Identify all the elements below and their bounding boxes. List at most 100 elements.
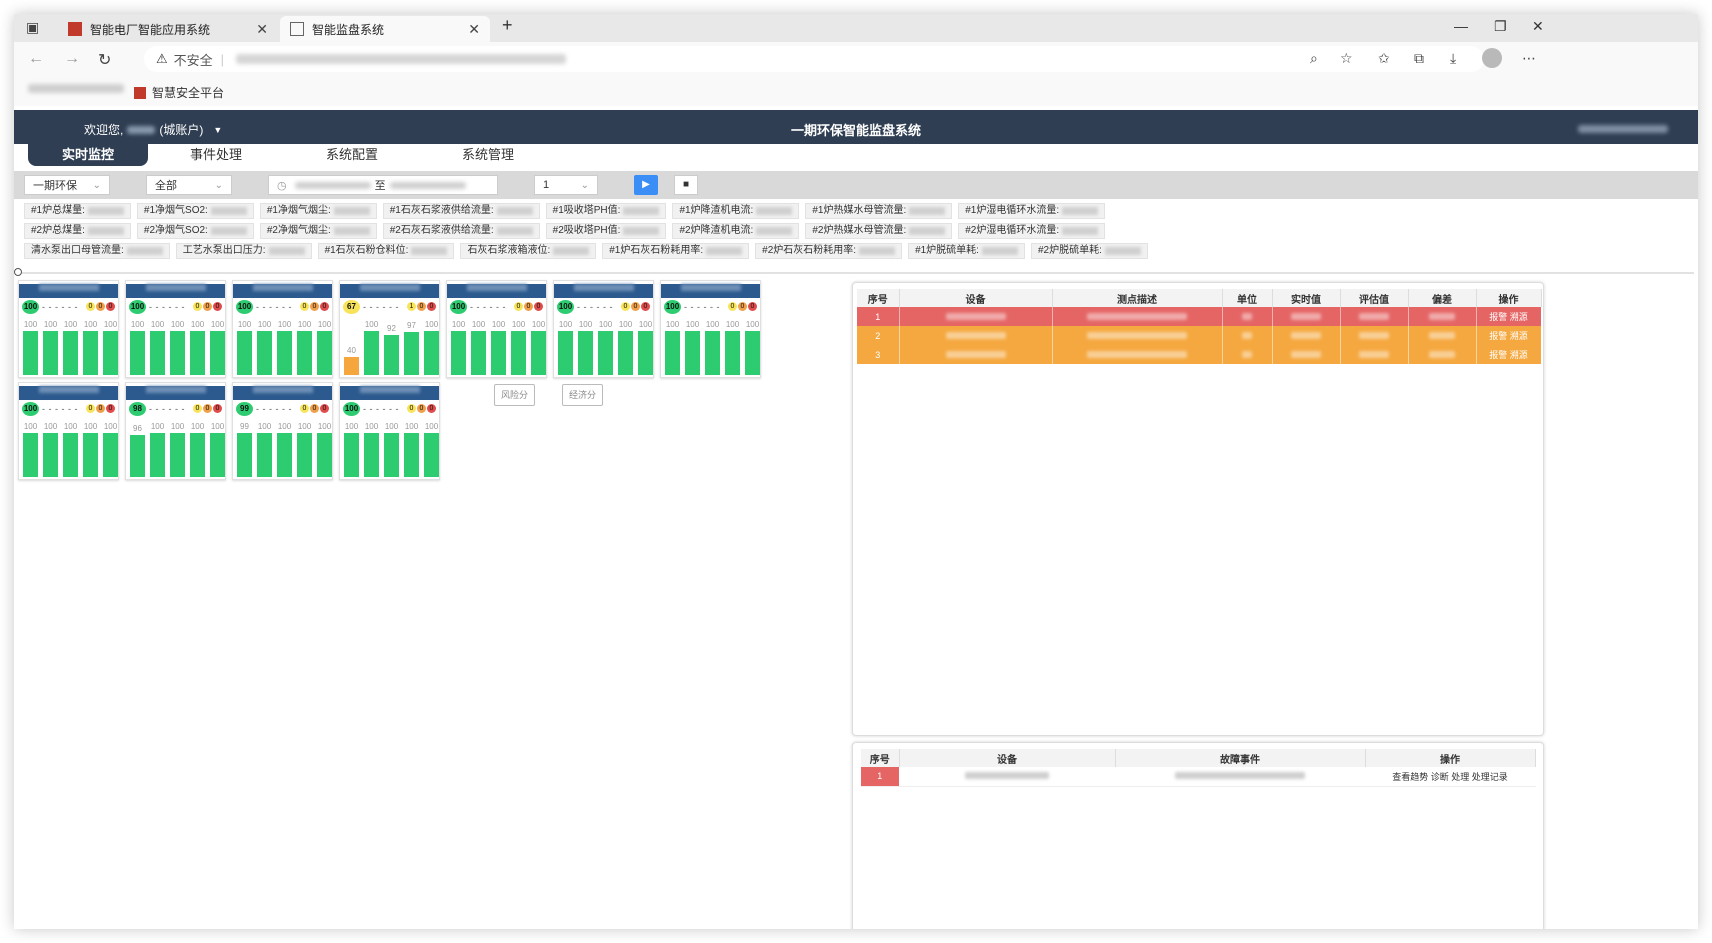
- collections-icon[interactable]: ⧉: [1414, 50, 1424, 67]
- column-header[interactable]: 操作: [1365, 749, 1536, 767]
- row-actions[interactable]: 报警 溯源: [1476, 326, 1542, 345]
- favorite-item-blurred[interactable]: [28, 84, 124, 93]
- fault-row[interactable]: 1 查看趋势 诊断 处理 处理记录: [861, 767, 1536, 787]
- card-title-blurred: [340, 386, 439, 400]
- card-summary: 98 - - - - - - 0 0 0: [126, 400, 225, 417]
- cell-blurred: [1272, 326, 1341, 345]
- menu-realtime[interactable]: 实时监控: [28, 144, 148, 166]
- metric-value-blurred: [981, 247, 1018, 255]
- column-header[interactable]: 序号: [861, 749, 900, 767]
- profile-avatar[interactable]: [1482, 48, 1502, 68]
- score-bars: 96 100 100 100 100: [128, 417, 225, 479]
- tab-smart-plant[interactable]: 智能电厂智能应用系统 ✕: [58, 16, 278, 42]
- column-header[interactable]: 评估值: [1340, 289, 1409, 307]
- column-header[interactable]: 设备: [899, 289, 1053, 307]
- chevron-down-icon: ⌄: [214, 179, 223, 191]
- downloads-icon[interactable]: ⤓: [1450, 50, 1456, 67]
- score-bar: [705, 331, 720, 375]
- more-menu-icon[interactable]: ⋯: [1522, 50, 1536, 67]
- row-actions[interactable]: 报警 溯源: [1476, 345, 1542, 364]
- bar-value-label: 100: [297, 320, 312, 329]
- speed-select[interactable]: 1 ⌄: [534, 175, 598, 195]
- total-score-badge: 100: [129, 299, 146, 314]
- unit-card[interactable]: 100 - - - - - - 0 0 0 100 100 100 100 100: [553, 280, 654, 378]
- favorite-item-safety-platform[interactable]: 智慧安全平台: [134, 84, 224, 101]
- total-score-badge: 100: [22, 401, 39, 416]
- score-bar: [150, 331, 165, 375]
- restore-button[interactable]: ❐: [1494, 18, 1507, 35]
- column-header[interactable]: 故障事件: [1115, 749, 1366, 767]
- bar-value-label: 100: [23, 320, 38, 329]
- timeline-handle[interactable]: [14, 268, 22, 276]
- total-score-badge: 100: [343, 401, 360, 416]
- unit-card[interactable]: 100 - - - - - - 0 0 0 100 100 100 100 100: [339, 382, 440, 480]
- menu-events[interactable]: 事件处理: [156, 144, 276, 166]
- stop-button[interactable]: ■: [674, 175, 698, 195]
- bar-value-label: 100: [451, 320, 466, 329]
- alarm-row[interactable]: 2 报警 溯源: [857, 326, 1542, 345]
- column-header[interactable]: 操作: [1476, 289, 1542, 307]
- bar-value-label: 100: [745, 320, 760, 329]
- warning-count: 0: [621, 302, 630, 311]
- unit-card[interactable]: 100 - - - - - - 0 0 0 100 100 100 100 100: [446, 280, 547, 378]
- close-tab-icon[interactable]: ✕: [468, 21, 480, 38]
- unit-card[interactable]: 98 - - - - - - 0 0 0 96 100 100 100 100: [125, 382, 226, 480]
- metric-chip: 石灰石浆液箱液位:: [460, 243, 597, 259]
- close-window-button[interactable]: ✕: [1532, 18, 1544, 35]
- favorites-icon[interactable]: ✩: [1378, 50, 1390, 67]
- score-bars: 100 100 100 100 100: [663, 315, 760, 377]
- favorites-bar: 智慧安全平台: [14, 76, 1698, 106]
- row-actions[interactable]: 查看趋势 诊断 处理 处理记录: [1365, 767, 1536, 787]
- scope-select[interactable]: 全部 ⌄: [146, 175, 232, 195]
- column-header[interactable]: 设备: [899, 749, 1116, 767]
- unit-card[interactable]: 99 - - - - - - 0 0 0 99 100 100 100 100: [232, 382, 333, 480]
- tab-monitoring[interactable]: 智能监盘系统 ✕: [280, 16, 490, 42]
- favorite-label: 智慧安全平台: [152, 86, 225, 100]
- zoom-icon[interactable]: ⌕: [1310, 50, 1318, 67]
- new-tab-button[interactable]: +: [502, 15, 513, 36]
- row-actions[interactable]: 报警 溯源: [1476, 307, 1542, 326]
- metric-label: #2净烟气烟尘:: [266, 225, 331, 236]
- alarm-row[interactable]: 3 报警 溯源: [857, 345, 1542, 364]
- forward-icon[interactable]: →: [64, 50, 80, 68]
- site-favicon-icon: [68, 22, 82, 36]
- bar-value-label: 100: [150, 422, 165, 431]
- unit-card[interactable]: 100 - - - - - - 0 0 0 100 100 100 100 100: [18, 382, 119, 480]
- reload-icon[interactable]: ↻: [98, 50, 111, 70]
- cell-blurred: [1272, 307, 1341, 326]
- system-select[interactable]: 一期环保 ⌄: [24, 175, 110, 195]
- score-bar: [558, 331, 573, 375]
- unit-card[interactable]: 100 - - - - - - 0 0 0 100 100 100 100 100: [18, 280, 119, 378]
- close-tab-icon[interactable]: ✕: [256, 21, 268, 38]
- unit-card[interactable]: 100 - - - - - - 0 0 0 100 100 100 100 100: [125, 280, 226, 378]
- menu-admin[interactable]: 系统管理: [428, 144, 548, 166]
- risk-score-label: 风险分: [494, 384, 536, 406]
- time-range-picker[interactable]: ◷ 至: [268, 175, 498, 195]
- column-header[interactable]: 测点描述: [1052, 289, 1223, 307]
- alarm-count: 0: [417, 404, 426, 413]
- minimize-button[interactable]: —: [1454, 18, 1468, 34]
- menu-config[interactable]: 系统配置: [292, 144, 412, 166]
- url-field[interactable]: ⚠ 不安全 |: [144, 46, 1484, 72]
- column-header[interactable]: 单位: [1222, 289, 1273, 307]
- column-header[interactable]: 偏差: [1408, 289, 1477, 307]
- column-header[interactable]: 序号: [857, 289, 900, 307]
- add-favorite-icon[interactable]: ☆: [1340, 50, 1353, 67]
- metric-label: #1净烟气SO2:: [143, 205, 208, 216]
- card-summary: 100 - - - - - - 0 0 0: [554, 298, 653, 315]
- alarm-panel: 序号 设备 测点描述 单位 实时值 评估值 偏差 操作 1 报警 溯源 2 报警 溯源 3 报警 溯源: [852, 282, 1544, 736]
- tab-actions-icon[interactable]: ▣: [26, 19, 39, 36]
- bar-value-label: 100: [638, 320, 653, 329]
- score-bar: [638, 331, 653, 375]
- play-button[interactable]: ▶: [634, 175, 658, 195]
- alarm-row[interactable]: 1 报警 溯源: [857, 307, 1542, 326]
- timeline-track[interactable]: [18, 272, 1694, 274]
- unit-card[interactable]: 100 - - - - - - 0 0 0 100 100 100 100 100: [232, 280, 333, 378]
- score-bar: [344, 357, 359, 375]
- column-header[interactable]: 实时值: [1272, 289, 1341, 307]
- back-icon[interactable]: ←: [28, 50, 44, 68]
- fault-table: 序号 设备 故障事件 操作 1 查看趋势 诊断 处理 处理记录: [861, 749, 1536, 787]
- unit-card[interactable]: 100 - - - - - - 0 0 0 100 100 100 100 100: [660, 280, 761, 378]
- unit-card[interactable]: 67 - - - - - - 1 0 0 40 100 92 97 100: [339, 280, 440, 378]
- score-bar: [190, 331, 205, 375]
